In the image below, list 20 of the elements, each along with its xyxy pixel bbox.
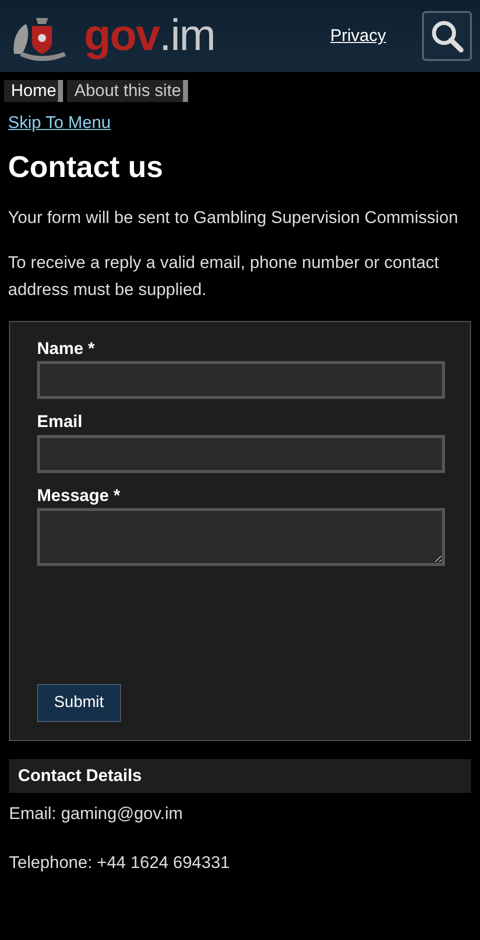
message-field[interactable]: [37, 508, 445, 566]
input-field[interactable]: [37, 434, 445, 472]
contact-line: Telephone: +44 1624 694331: [9, 852, 231, 874]
search-button[interactable]: [422, 11, 472, 61]
privacy-link[interactable]: Privacy: [330, 23, 386, 49]
intro-paragraph: Your form will be sent to Gambling Supervision Commission: [8, 206, 460, 228]
field-label: Name *: [37, 338, 96, 360]
section-heading: Contact Details: [9, 759, 471, 792]
field-label: Message *: [37, 484, 122, 507]
input-field[interactable]: [37, 361, 445, 399]
submit-button[interactable]: Submit: [37, 684, 121, 722]
intro-paragraph: To receive a reply a valid email, phone number or contact address must be supplied.: [8, 252, 440, 300]
field-label: Email: [37, 411, 84, 433]
contact-line: Email: gaming@gov.im: [9, 802, 184, 824]
site-logo[interactable]: gov.im: [84, 14, 215, 58]
page-title: Contact us: [8, 150, 164, 186]
skip-link[interactable]: Skip To Menu: [8, 113, 111, 132]
search-icon: [430, 19, 464, 53]
breadcrumb-link[interactable]: About this site: [67, 80, 188, 102]
breadcrumb-link[interactable]: Home: [4, 80, 64, 102]
